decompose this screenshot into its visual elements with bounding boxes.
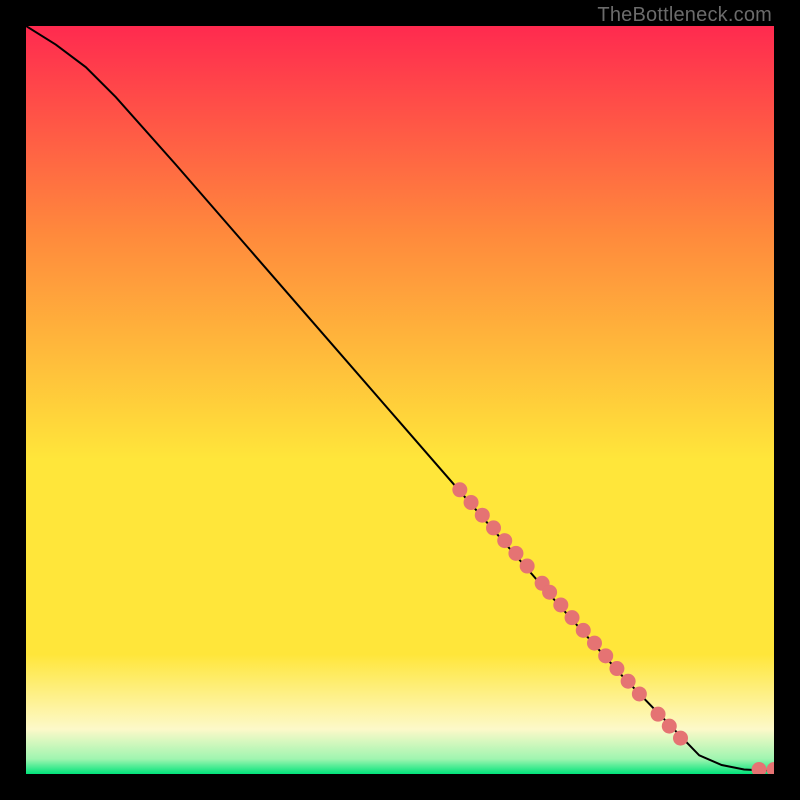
chart-stage: TheBottleneck.com <box>0 0 800 800</box>
data-marker <box>621 674 636 689</box>
data-marker <box>587 636 602 651</box>
data-marker <box>520 559 535 574</box>
data-marker <box>565 610 580 625</box>
data-marker <box>576 623 591 638</box>
data-marker <box>767 762 775 774</box>
data-marker <box>752 762 767 774</box>
data-marker <box>475 508 490 523</box>
data-marker <box>542 585 557 600</box>
data-marker <box>673 731 688 746</box>
data-marker <box>553 597 568 612</box>
plot-area <box>26 26 774 774</box>
data-marker <box>598 648 613 663</box>
data-marker <box>651 707 666 722</box>
data-marker <box>452 482 467 497</box>
data-marker <box>464 495 479 510</box>
watermark-text: TheBottleneck.com <box>597 4 772 27</box>
curve-layer <box>26 26 774 774</box>
data-marker <box>497 533 512 548</box>
data-marker <box>609 661 624 676</box>
bottleneck-curve <box>26 26 774 770</box>
data-marker <box>486 520 501 535</box>
data-marker <box>632 686 647 701</box>
curve-markers <box>452 482 774 774</box>
data-marker <box>508 546 523 561</box>
data-marker <box>662 719 677 734</box>
